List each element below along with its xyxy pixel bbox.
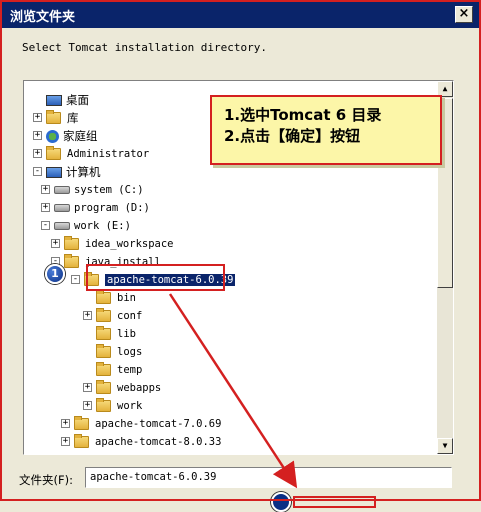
tree-node[interactable]: + apache-tomcat-8.0.33 <box>61 433 222 451</box>
expand-icon[interactable]: + <box>33 113 42 122</box>
collapse-icon[interactable]: - <box>41 221 50 230</box>
tree-node[interactable]: + work <box>83 397 143 415</box>
tree-node[interactable]: + 库 <box>33 109 79 127</box>
folder-icon <box>96 398 111 412</box>
expand-icon[interactable]: + <box>33 131 42 140</box>
close-button[interactable]: × <box>455 6 473 23</box>
tree-node-label: 桌面 <box>66 93 89 107</box>
tree-node[interactable]: + webapps <box>83 379 162 397</box>
folder-field-label: 文件夹(F): <box>19 473 73 487</box>
ok-button-highlight[interactable] <box>293 496 376 508</box>
expand-icon[interactable]: + <box>41 185 50 194</box>
callout-line-1: 1.选中Tomcat 6 目录 <box>224 106 382 124</box>
collapse-icon[interactable]: - <box>71 275 80 284</box>
tree-node[interactable]: - 计算机 <box>33 163 101 181</box>
tree-node[interactable]: + apache-tomcat-7.0.69 <box>61 415 222 433</box>
folder-field-input[interactable]: apache-tomcat-6.0.39 <box>85 467 452 488</box>
expand-icon[interactable]: + <box>83 311 92 320</box>
tree-node[interactable]: lib <box>96 325 136 343</box>
folder-icon <box>96 380 111 394</box>
tree-node[interactable]: + idea_workspace <box>51 235 174 253</box>
scroll-down-button[interactable]: ▼ <box>437 438 453 454</box>
collapse-icon[interactable]: - <box>33 167 42 176</box>
instruction-callout: 1.选中Tomcat 6 目录 2.点击【确定】按钮 <box>210 95 442 165</box>
tree-node-label: temp <box>117 364 143 376</box>
tree-node-label: 家庭组 <box>63 129 98 143</box>
tree-node[interactable]: temp <box>96 361 142 379</box>
instruction-text: Select Tomcat installation directory. <box>22 41 268 54</box>
homegroup-icon <box>46 129 59 143</box>
tree-node[interactable]: 桌面 <box>46 91 89 109</box>
step-1-badge: 1 <box>45 264 65 284</box>
library-folder-icon <box>46 110 61 124</box>
folder-icon <box>74 416 89 430</box>
expand-icon[interactable]: + <box>33 149 42 158</box>
tree-node-label: work <box>117 400 143 412</box>
tree-node-label: system (C:) <box>74 184 144 196</box>
tree-node-label: work (E:) <box>74 220 131 232</box>
title-bar: 浏览文件夹 × <box>2 2 479 28</box>
user-folder-icon <box>46 146 61 160</box>
tree-node[interactable]: + system (C:) <box>41 181 144 199</box>
expand-icon[interactable]: + <box>83 401 92 410</box>
expand-icon[interactable]: + <box>83 383 92 392</box>
tree-node[interactable]: - work (E:) <box>41 217 131 235</box>
folder-icon <box>96 362 111 376</box>
tree-node-label: 库 <box>67 111 79 125</box>
folder-icon <box>96 290 111 304</box>
expand-icon[interactable]: + <box>41 203 50 212</box>
tree-node-label: bin <box>117 292 136 304</box>
tree-node-label: 计算机 <box>66 165 101 179</box>
tree-node-label: apache-tomcat-7.0.69 <box>95 418 222 430</box>
tree-node[interactable]: + 家庭组 <box>33 127 98 145</box>
folder-icon <box>96 308 111 322</box>
folder-icon <box>74 434 89 448</box>
folder-icon <box>96 326 111 340</box>
tree-node-label: logs <box>117 346 143 358</box>
drive-icon <box>54 204 70 212</box>
tree-node-label: webapps <box>117 382 162 394</box>
tree-node-label: idea_workspace <box>85 238 174 250</box>
expand-icon[interactable]: + <box>51 239 60 248</box>
drive-icon <box>54 222 70 230</box>
drive-c-icon <box>54 186 70 194</box>
tree-node-label: conf <box>117 310 143 322</box>
tree-node-label: lib <box>117 328 136 340</box>
tree-node-label: apache-tomcat-8.0.33 <box>95 436 222 448</box>
folder-icon <box>96 344 111 358</box>
window-title: 浏览文件夹 <box>10 9 76 25</box>
expand-icon[interactable]: + <box>61 437 70 446</box>
tree-node[interactable]: + conf <box>83 307 143 325</box>
tree-node[interactable]: + program (D:) <box>41 199 150 217</box>
folder-icon <box>64 236 79 250</box>
tree-node-label: Administrator <box>67 148 150 160</box>
selection-highlight-box <box>86 264 225 291</box>
folder-icon <box>64 254 79 268</box>
tree-node-label: program (D:) <box>74 202 150 214</box>
computer-icon <box>46 166 62 178</box>
step-2-badge <box>271 492 291 512</box>
callout-line-2: 2.点击【确定】按钮 <box>224 127 361 145</box>
tree-node[interactable]: logs <box>96 343 142 361</box>
desktop-icon <box>46 94 62 106</box>
tree-node[interactable]: bin <box>96 289 136 307</box>
tree-node[interactable]: + Administrator <box>33 145 150 163</box>
expand-icon[interactable]: + <box>61 419 70 428</box>
